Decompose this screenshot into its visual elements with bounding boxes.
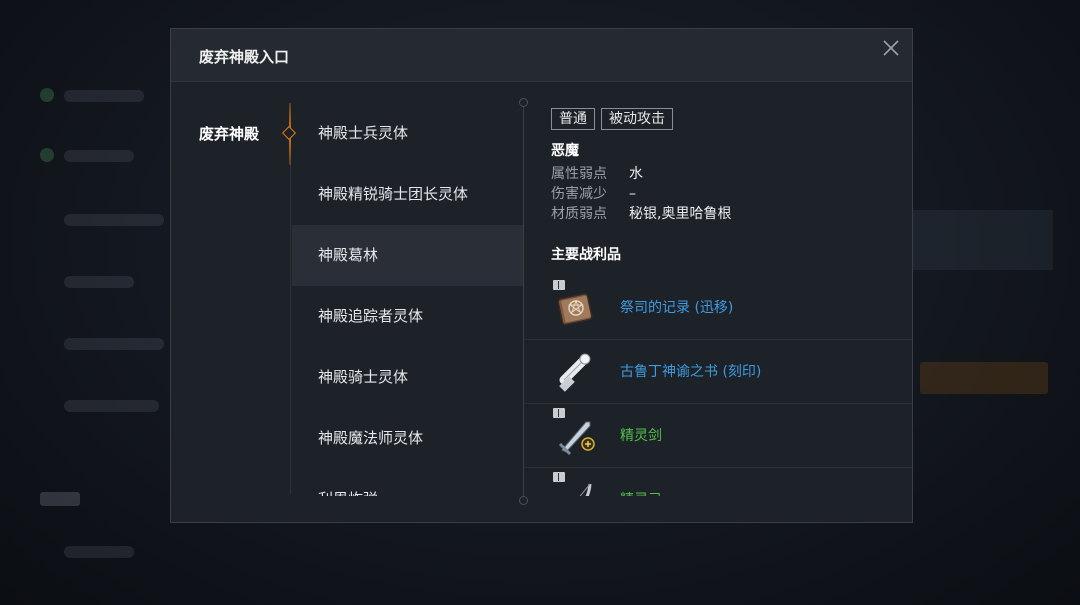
bg-row bbox=[64, 276, 134, 288]
loot-title: 主要战利品 bbox=[551, 247, 621, 263]
monster-list[interactable]: 神殿士兵灵体 神殿精锐骑士团长灵体 神殿葛林 神殿追踪者灵体 神殿骑士灵体 神殿魔法师灵体… bbox=[292, 103, 524, 496]
loot-list[interactable]: 祭司的记录 (迅移) 古鲁丁神谕之书 (刻印) 精灵剑精灵弓 bbox=[524, 276, 912, 496]
monster-tag: 被动攻击 bbox=[601, 108, 673, 130]
bg-heading bbox=[40, 492, 80, 506]
category-column: 废弃神殿 bbox=[171, 81, 297, 522]
bg-row bbox=[64, 338, 164, 350]
bg-row bbox=[64, 214, 164, 226]
monster-detail: 普通 被动攻击 恶魔 属性弱点 水伤害减少 – 材质弱点 秘银,奥里哈鲁根 主要战利品 bbox=[551, 108, 891, 264]
attribute-value: 秘银,奥里哈鲁根 bbox=[629, 206, 732, 222]
attribute-key: 属性弱点 bbox=[551, 166, 607, 182]
close-icon bbox=[883, 40, 899, 56]
loot-name: 精灵弓 bbox=[620, 489, 662, 496]
scroll-icon bbox=[554, 350, 598, 394]
category-divider bbox=[290, 165, 291, 494]
bg-row bbox=[64, 150, 134, 162]
attribute-value: – bbox=[629, 186, 636, 202]
monster-race: 恶魔 bbox=[551, 143, 579, 159]
bg-dot bbox=[40, 88, 54, 102]
monster-list-item[interactable]: 神殿精锐骑士团长灵体 bbox=[292, 164, 524, 225]
separator-knob-top bbox=[519, 98, 528, 107]
monster-list-item[interactable]: 神殿葛林 bbox=[292, 225, 524, 286]
attribute-row: 材质弱点 秘银,奥里哈鲁根 bbox=[551, 204, 891, 224]
book-icon bbox=[554, 286, 598, 330]
separator-knob-bottom bbox=[519, 496, 528, 505]
attribute-row: 伤害减少 – bbox=[551, 184, 891, 204]
monster-tags: 普通 被动攻击 bbox=[551, 108, 891, 130]
attribute-list: 属性弱点 水伤害减少 – 材质弱点 秘银,奥里哈鲁根 bbox=[551, 164, 891, 224]
bg-row bbox=[64, 90, 144, 102]
bg-right-panel bbox=[913, 210, 1053, 270]
category-item-abandoned-temple[interactable]: 废弃神殿 bbox=[199, 123, 259, 144]
monster-list-item[interactable]: 神殿追踪者灵体 bbox=[292, 286, 524, 347]
sword-icon bbox=[554, 414, 598, 458]
bg-row bbox=[64, 546, 134, 558]
loot-name: 精灵剑 bbox=[620, 428, 662, 444]
loot-item[interactable]: 精灵剑 bbox=[524, 404, 912, 468]
attribute-value: 水 bbox=[629, 166, 643, 182]
dialog-header: 废弃神殿入口 bbox=[171, 29, 912, 82]
loot-name: 祭司的记录 (迅移) bbox=[620, 300, 734, 316]
monster-list-item[interactable]: 神殿士兵灵体 bbox=[292, 103, 524, 164]
attribute-row: 属性弱点 水 bbox=[551, 164, 891, 184]
monster-info-dialog: 废弃神殿入口 废弃神殿 神殿士兵灵体 神殿精锐骑士团长灵体 神殿葛林 神殿追踪者灵体神… bbox=[170, 28, 913, 523]
monster-list-item[interactable]: 神殿魔法师灵体 bbox=[292, 408, 524, 469]
attribute-key: 材质弱点 bbox=[551, 206, 607, 222]
background-sidebar bbox=[0, 0, 170, 605]
bow-icon bbox=[554, 478, 598, 496]
bg-right-button bbox=[920, 362, 1048, 394]
loot-item[interactable]: 古鲁丁神谕之书 (刻印) bbox=[524, 340, 912, 404]
bg-row bbox=[64, 400, 159, 412]
close-button[interactable] bbox=[880, 37, 902, 59]
bg-dot bbox=[40, 148, 54, 162]
dialog-title: 废弃神殿入口 bbox=[199, 48, 290, 66]
monster-list-item[interactable]: 利恩炸弹 bbox=[292, 469, 524, 496]
loot-item[interactable]: 祭司的记录 (迅移) bbox=[524, 276, 912, 340]
monster-tag: 普通 bbox=[551, 108, 595, 130]
loot-name: 古鲁丁神谕之书 (刻印) bbox=[620, 364, 762, 380]
loot-item[interactable]: 精灵弓 bbox=[524, 468, 912, 496]
monster-list-item[interactable]: 神殿骑士灵体 bbox=[292, 347, 524, 408]
attribute-key: 伤害减少 bbox=[551, 186, 607, 202]
